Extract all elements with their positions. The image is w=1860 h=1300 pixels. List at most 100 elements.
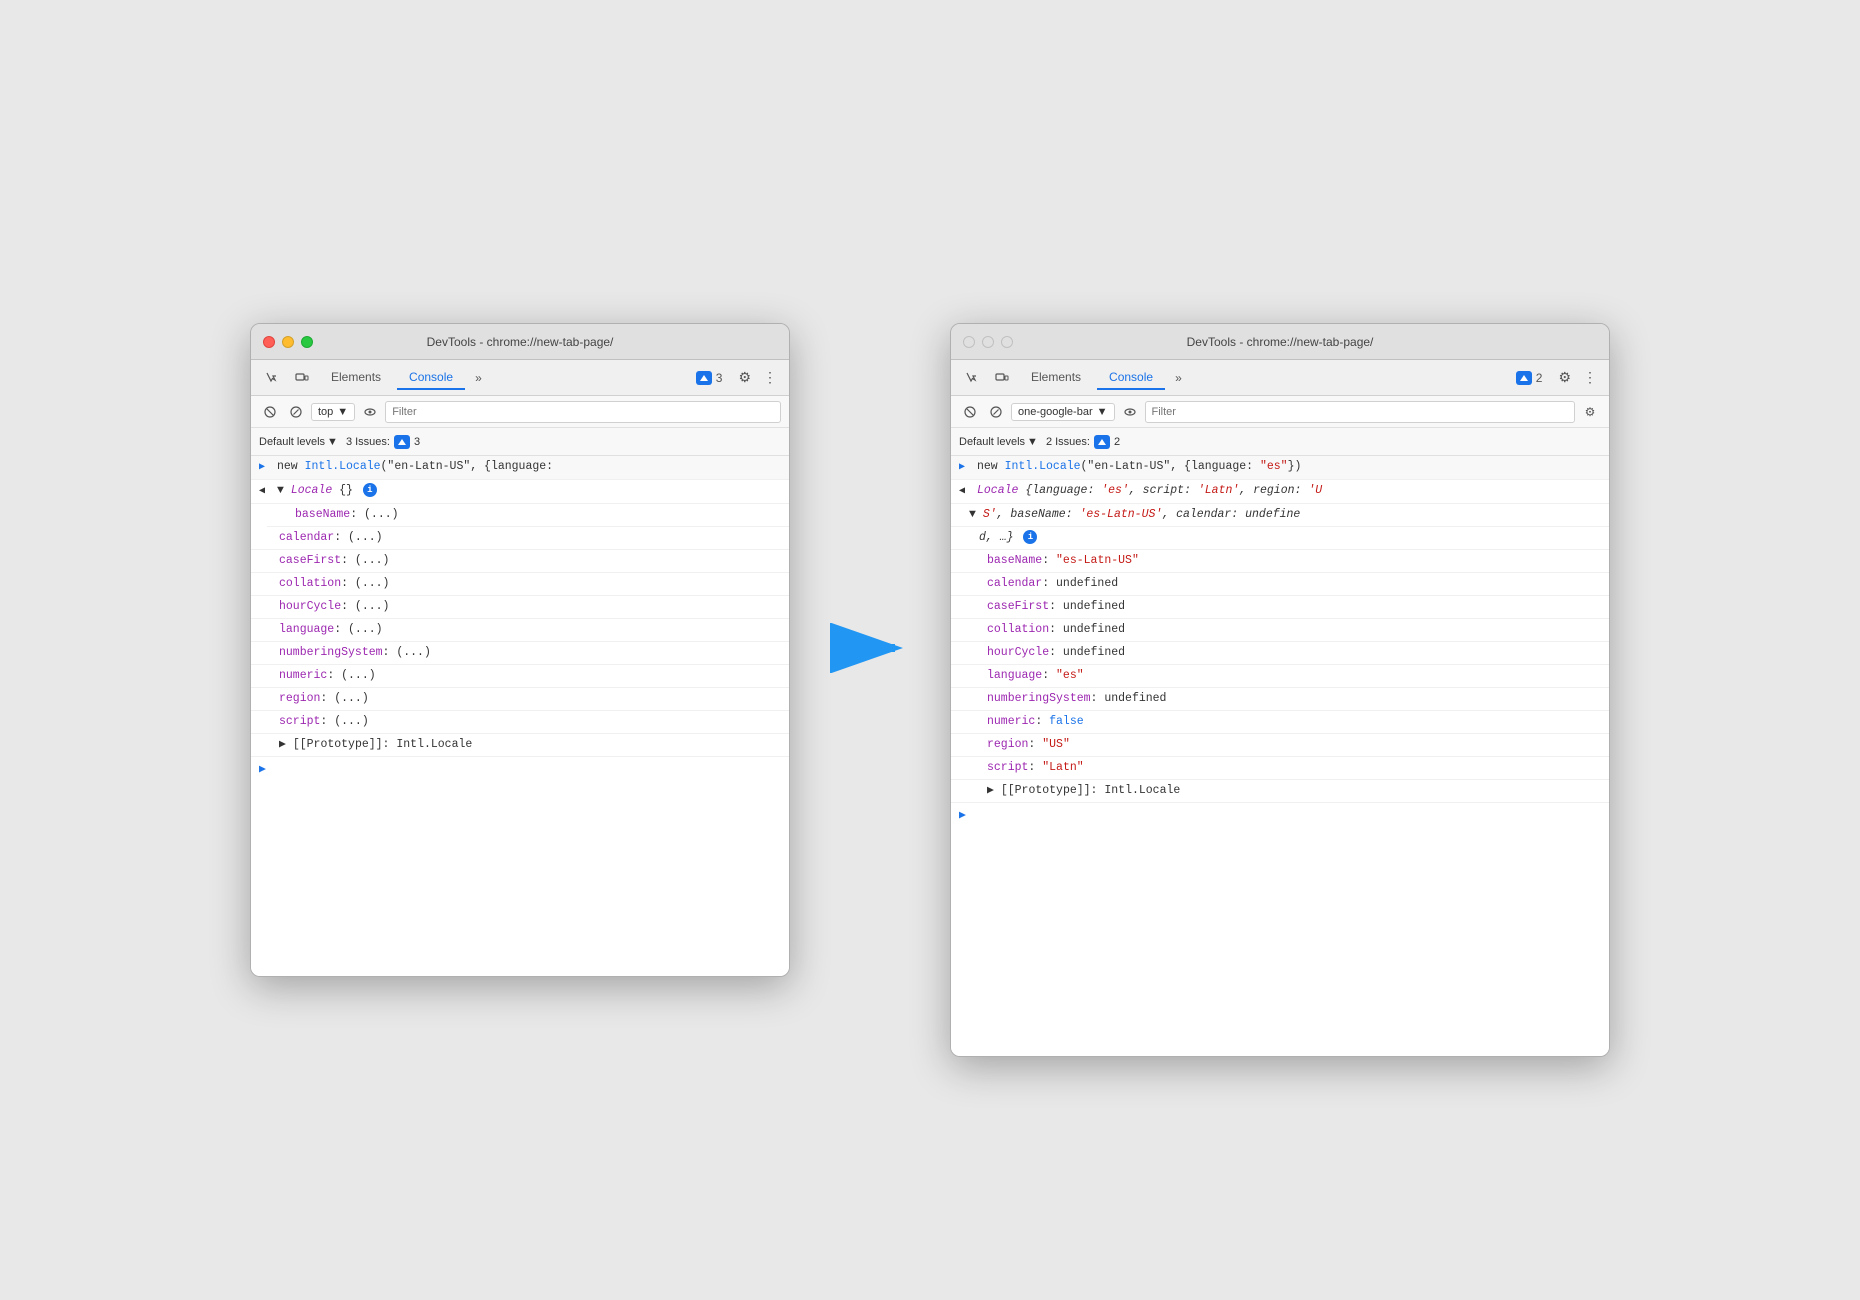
context-dropdown-icon-2: ▼ bbox=[1097, 406, 1108, 418]
settings-console-button-2[interactable]: ⚙ bbox=[1579, 401, 1601, 423]
issues-tab-button-2[interactable]: 2 bbox=[1508, 368, 1551, 388]
issues-badge-icon-1 bbox=[696, 371, 712, 385]
issues-bar-1: Default levels ▼ 3 Issues: 3 bbox=[251, 428, 789, 456]
console-prompt-2[interactable]: ▶ bbox=[951, 803, 1609, 826]
context-selector-2[interactable]: one-google-bar ▼ bbox=[1011, 403, 1115, 421]
maximize-button-2[interactable] bbox=[1001, 336, 1013, 348]
console-content-1: ▶ new Intl.Locale("en-Latn-US", {languag… bbox=[251, 456, 789, 976]
console-output-expand-1: ◀ ▼ Locale {} i bbox=[251, 480, 789, 504]
prop-region-1: region: (...) bbox=[251, 688, 789, 711]
console-input-line-2: ▶ new Intl.Locale("en-Latn-US", {languag… bbox=[951, 456, 1609, 480]
input-icon-1: ▶ bbox=[259, 458, 273, 477]
tabs-2: Elements Console » 2 ⚙ ⋮ bbox=[951, 360, 1609, 396]
window-buttons-2 bbox=[963, 336, 1013, 348]
scene: DevTools - chrome://new-tab-page/ Elemen… bbox=[250, 243, 1610, 1057]
filter-input-2[interactable] bbox=[1145, 401, 1575, 423]
titlebar-2: DevTools - chrome://new-tab-page/ bbox=[951, 324, 1609, 360]
levels-chevron-1: ▼ bbox=[327, 436, 338, 448]
info-badge-2: i bbox=[1023, 530, 1037, 544]
device-toolbar-button-2[interactable] bbox=[989, 365, 1015, 391]
prop-calendar-1: calendar: (...) bbox=[251, 527, 789, 550]
console-toolbar-1: top ▼ bbox=[251, 396, 789, 428]
context-selector-1[interactable]: top ▼ bbox=[311, 403, 355, 421]
console-prompt-1[interactable]: ▶ bbox=[251, 757, 789, 780]
filter-button-2[interactable] bbox=[985, 401, 1007, 423]
prop-basename-1: baseName: (...) bbox=[267, 504, 789, 527]
prop-val-script-2: script: "Latn" bbox=[951, 757, 1609, 780]
issues-tab-button-1[interactable]: 3 bbox=[688, 368, 731, 388]
tab-elements-2[interactable]: Elements bbox=[1019, 366, 1093, 390]
maximize-button-1[interactable] bbox=[301, 336, 313, 348]
prop-script-1: script: (...) bbox=[251, 711, 789, 734]
titlebar-1: DevTools - chrome://new-tab-page/ bbox=[251, 324, 789, 360]
console-output-obj-line1: ◀ Locale {language: 'es', script: 'Latn'… bbox=[951, 480, 1609, 504]
prop-casefirst-1: caseFirst: (...) bbox=[251, 550, 789, 573]
clear-console-button-1[interactable] bbox=[259, 401, 281, 423]
inspect-element-button-2[interactable] bbox=[959, 365, 985, 391]
console-content-2: ▶ new Intl.Locale("en-Latn-US", {languag… bbox=[951, 456, 1609, 1056]
window-title-2: DevTools - chrome://new-tab-page/ bbox=[1187, 335, 1374, 349]
console-toolbar-2: one-google-bar ▼ ⚙ bbox=[951, 396, 1609, 428]
proto-2: ▶ [[Prototype]]: Intl.Locale bbox=[951, 780, 1609, 803]
more-options-icon-2[interactable]: ⋮ bbox=[1579, 365, 1601, 390]
prop-hourcycle-1: hourCycle: (...) bbox=[251, 596, 789, 619]
prop-language-1: language: (...) bbox=[251, 619, 789, 642]
prop-numberingsystem-1: numberingSystem: (...) bbox=[251, 642, 789, 665]
prop-val-casefirst-2: caseFirst: undefined bbox=[951, 596, 1609, 619]
prop-val-numberingsystem-2: numberingSystem: undefined bbox=[951, 688, 1609, 711]
eye-button-1[interactable] bbox=[359, 401, 381, 423]
prop-val-language-2: language: "es" bbox=[951, 665, 1609, 688]
filter-input-1[interactable] bbox=[385, 401, 781, 423]
minimize-button-2[interactable] bbox=[982, 336, 994, 348]
tabs-1: Elements Console » 3 ⚙ ⋮ bbox=[251, 360, 789, 396]
close-button-2[interactable] bbox=[963, 336, 975, 348]
issues-badge-icon-2 bbox=[1516, 371, 1532, 385]
prop-numeric-1: numeric: (...) bbox=[251, 665, 789, 688]
tab-console-1[interactable]: Console bbox=[397, 366, 465, 390]
console-output-obj-line2: ▼ S', baseName: 'es-Latn-US', calendar: … bbox=[951, 504, 1609, 527]
filter-button-1[interactable] bbox=[285, 401, 307, 423]
issues-count-1: 3 Issues: 3 bbox=[346, 435, 420, 449]
tab-elements-1[interactable]: Elements bbox=[319, 366, 393, 390]
issues-badge-small-2 bbox=[1094, 435, 1110, 449]
inspect-element-button-1[interactable] bbox=[259, 365, 285, 391]
prop-val-region-2: region: "US" bbox=[951, 734, 1609, 757]
input-content-1: new Intl.Locale("en-Latn-US", {language: bbox=[277, 458, 781, 476]
prop-val-calendar-2: calendar: undefined bbox=[951, 573, 1609, 596]
prop-collation-1: collation: (...) bbox=[251, 573, 789, 596]
devtools-window-2: DevTools - chrome://new-tab-page/ Elemen… bbox=[950, 323, 1610, 1057]
input-content-2: new Intl.Locale("en-Latn-US", {language:… bbox=[977, 458, 1601, 476]
prop-val-basename-2: baseName: "es-Latn-US" bbox=[951, 550, 1609, 573]
settings-icon-1[interactable]: ⚙ bbox=[734, 365, 755, 390]
device-toolbar-button-1[interactable] bbox=[289, 365, 315, 391]
default-levels-1[interactable]: Default levels ▼ bbox=[259, 436, 338, 448]
issues-bar-2: Default levels ▼ 2 Issues: 2 bbox=[951, 428, 1609, 456]
context-value-1: top bbox=[318, 406, 333, 418]
settings-icon-2[interactable]: ⚙ bbox=[1554, 365, 1575, 390]
levels-chevron-2: ▼ bbox=[1027, 436, 1038, 448]
clear-console-button-2[interactable] bbox=[959, 401, 981, 423]
close-button-1[interactable] bbox=[263, 336, 275, 348]
console-input-line-1: ▶ new Intl.Locale("en-Latn-US", {languag… bbox=[251, 456, 789, 480]
output-icon-1: ◀ bbox=[259, 482, 273, 501]
prop-val-hourcycle-2: hourCycle: undefined bbox=[951, 642, 1609, 665]
tab-console-2[interactable]: Console bbox=[1097, 366, 1165, 390]
issues-count-2: 2 Issues: 2 bbox=[1046, 435, 1120, 449]
prop-val-numeric-2: numeric: false bbox=[951, 711, 1609, 734]
console-output-obj-line3: d, …} i bbox=[951, 527, 1609, 550]
prop-val-collation-2: collation: undefined bbox=[951, 619, 1609, 642]
issues-badge-small-1 bbox=[394, 435, 410, 449]
default-levels-2[interactable]: Default levels ▼ bbox=[959, 436, 1038, 448]
info-badge-1: i bbox=[363, 483, 377, 497]
minimize-button-1[interactable] bbox=[282, 336, 294, 348]
output-content-1: ▼ Locale {} i bbox=[277, 482, 781, 500]
devtools-window-1: DevTools - chrome://new-tab-page/ Elemen… bbox=[250, 323, 790, 977]
context-value-2: one-google-bar bbox=[1018, 406, 1093, 418]
window-title-1: DevTools - chrome://new-tab-page/ bbox=[427, 335, 614, 349]
tab-more-2[interactable]: » bbox=[1169, 367, 1188, 389]
more-options-icon-1[interactable]: ⋮ bbox=[759, 365, 781, 390]
tab-more-1[interactable]: » bbox=[469, 367, 488, 389]
window-buttons-1 bbox=[263, 336, 313, 348]
eye-button-2[interactable] bbox=[1119, 401, 1141, 423]
proto-1: ▶ [[Prototype]]: Intl.Locale bbox=[251, 734, 789, 757]
